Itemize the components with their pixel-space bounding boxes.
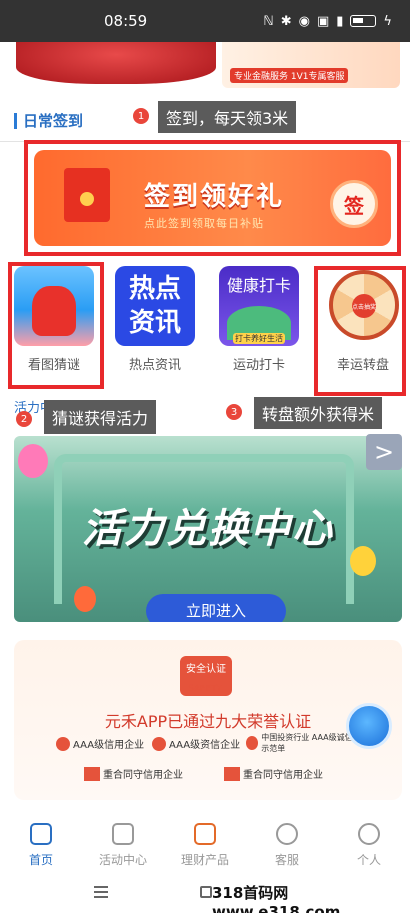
balloon-graphic: [74, 586, 96, 612]
nav-service[interactable]: 客服: [247, 815, 327, 875]
watermark: 318首码网 www.e318.com: [212, 884, 341, 913]
cert-item-label: 重合同守信用企业: [243, 770, 323, 781]
sign-banner-subtitle: 点此签到领取每日补贴: [144, 217, 264, 230]
callout-number: 2: [16, 411, 32, 427]
cert-item-label: AAA级资信企业: [169, 740, 241, 751]
highlight-frame: [8, 262, 104, 389]
home-square-icon[interactable]: [200, 886, 212, 898]
service-ad[interactable]: 专业金融服务 1V1专属客服: [222, 42, 400, 88]
sign-in-banner[interactable]: 签到领好礼 点此签到领取每日补贴 签: [34, 150, 391, 246]
callout-number: 3: [226, 404, 242, 420]
cert-seal-icon: [84, 766, 100, 781]
news-icon: 热点 资讯: [115, 266, 195, 346]
wallet-icon: [194, 823, 216, 845]
balloon-graphic: [18, 444, 48, 478]
callout-number: 1: [133, 108, 149, 124]
highlight-frame: 签到领好礼 点此签到领取每日补贴 签: [24, 140, 401, 256]
cert-seal-icon: [224, 766, 240, 781]
signal-icon: ▮: [336, 13, 344, 29]
tile-label: 热点资讯: [128, 358, 181, 373]
cert-item: 重合同守信用企业: [84, 766, 183, 781]
battery-icon: [350, 15, 377, 27]
vitality-banner-title: 活力兑换中心: [82, 506, 334, 552]
callout-sign: 签到，每天领3米: [158, 101, 297, 133]
cert-item: AAA级资信企业: [152, 736, 240, 751]
nfc-icon: ℕ: [263, 13, 274, 29]
sign-button-label: 签: [344, 193, 364, 218]
status-time: 08:59: [104, 12, 148, 30]
cert-seal-icon: [246, 736, 259, 750]
cert-headline: 元禾APP已通过九大荣誉认证: [104, 712, 312, 731]
callout-text: 签到，每天领3米: [166, 109, 289, 128]
tile-label: 运动打卡: [232, 358, 285, 373]
stage-graphic: [16, 42, 216, 84]
highlight-frame: [314, 266, 406, 396]
news-icon-text: 热点 资讯: [128, 274, 181, 338]
certification-card[interactable]: 安全认证 SAFETY 元禾APP已通过九大荣誉认证 AAA级信用企业 AAA级…: [14, 640, 402, 800]
activity-icon: [112, 823, 134, 845]
chat-icon: [276, 823, 298, 845]
cert-seal-icon: [56, 736, 70, 751]
system-nav-bar: 318首码网 www.e318.com: [0, 878, 410, 913]
callout-text: 转盘额外获得米: [262, 405, 375, 424]
nav-label: 首页: [28, 853, 53, 867]
cert-item: 重合同守信用企业: [224, 766, 323, 781]
cert-seal-icon: [152, 736, 166, 751]
menu-icon[interactable]: [94, 886, 108, 898]
wifi-icon: ◉: [298, 13, 310, 29]
status-icons: ℕ ✱ ◉ ▣ ▮ ϟ: [263, 14, 392, 29]
next-arrow-icon[interactable]: >: [366, 434, 402, 470]
nav-profile[interactable]: 个人: [329, 815, 409, 875]
vitality-exchange-banner[interactable]: 活力兑换中心 立即进入: [14, 436, 402, 622]
health-icon-text: 健康打卡: [226, 276, 291, 295]
callout-wheel: 转盘额外获得米: [254, 397, 383, 429]
tile-exercise[interactable]: 健康打卡 打卡养好生活 运动打卡: [213, 266, 305, 373]
callout-text: 猜谜获得活力: [52, 409, 149, 428]
status-bar: 08:59 ℕ ✱ ◉ ▣ ▮ ϟ: [0, 0, 410, 42]
nav-home[interactable]: 首页: [1, 815, 81, 875]
cert-item: AAA级信用企业: [56, 736, 144, 751]
nav-activity[interactable]: 活动中心: [83, 815, 163, 875]
sign-banner-title: 签到领好礼: [144, 182, 285, 212]
callout-riddle: 猜谜获得活力: [44, 400, 157, 434]
safety-ribbon: SAFETY: [188, 684, 222, 694]
section-title: 日常签到: [23, 112, 84, 130]
daily-sign-header: 日常签到: [14, 110, 83, 131]
nav-label: 理财产品: [180, 853, 229, 867]
red-envelope-icon: [64, 168, 110, 222]
nav-label: 活动中心: [98, 853, 147, 867]
bluetooth-icon: ✱: [280, 13, 292, 29]
enter-now-button[interactable]: 立即进入: [146, 594, 286, 622]
home-icon: [30, 823, 52, 845]
charging-icon: ϟ: [383, 13, 392, 29]
health-tag: 打卡养好生活: [233, 333, 285, 344]
service-ad-text: 专业金融服务 1V1专属客服: [230, 68, 349, 83]
cert-item-label: 重合同守信用企业: [103, 770, 183, 781]
hd-icon: ▣: [316, 13, 330, 29]
nav-label: 客服: [274, 853, 299, 867]
nav-products[interactable]: 理财产品: [165, 815, 245, 875]
health-checkin-icon: 健康打卡 打卡养好生活: [219, 266, 299, 346]
tile-news[interactable]: 热点 资讯 热点资讯: [109, 266, 201, 373]
section-accent-bar: [14, 112, 17, 129]
cert-item-label: AAA级信用企业: [73, 740, 145, 751]
bottom-nav: 首页 活动中心 理财产品 客服 个人: [0, 815, 410, 875]
nav-label: 个人: [356, 853, 381, 867]
user-icon: [358, 823, 380, 845]
customer-service-bot-icon[interactable]: [346, 703, 392, 749]
sign-button[interactable]: 签: [330, 180, 378, 228]
top-carousel-banner[interactable]: 专业金融服务 1V1专属客服: [10, 42, 402, 92]
app-screen: 08:59 ℕ ✱ ◉ ▣ ▮ ϟ 专业金融服务 1V1专属客服 日常签到 1 …: [0, 0, 410, 913]
